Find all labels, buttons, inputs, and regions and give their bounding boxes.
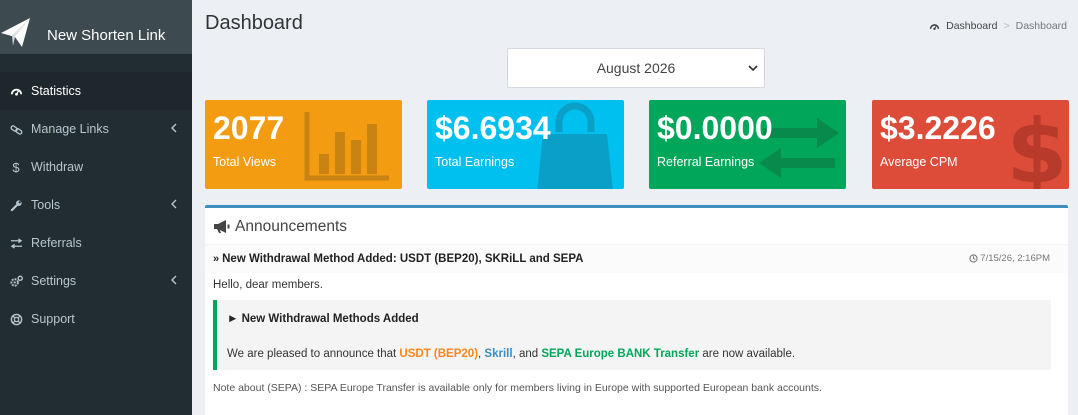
lifebuoy-icon <box>9 312 23 326</box>
month-select-value: August 2026 <box>596 60 676 76</box>
callout-sep-2: , and <box>512 348 542 360</box>
stat-total-views: 2077 Total Views <box>205 100 402 189</box>
callout-text: We are pleased to announce that USDT (BE… <box>227 348 795 360</box>
cogs-icon <box>9 274 23 288</box>
stat-label: Referral Earnings <box>657 155 755 169</box>
svg-text:$: $ <box>1012 104 1062 189</box>
sidebar-item-statistics[interactable]: Statistics <box>0 72 192 110</box>
stat-label: Total Views <box>213 155 276 169</box>
highlight-skrill: Skrill <box>484 348 513 360</box>
double-angle-right-icon: » <box>213 253 220 265</box>
chevron-left-icon <box>171 199 177 209</box>
breadcrumb: Dashboard > Dashboard <box>929 20 1067 32</box>
stat-value: $3.2226 <box>880 110 996 146</box>
dollar-icon: $ <box>1012 104 1062 189</box>
announcement-note: Note about (SEPA) : SEPA Europe Transfer… <box>213 382 822 394</box>
stat-label: Average CPM <box>880 155 958 169</box>
breadcrumb-home-link[interactable]: Dashboard <box>946 20 997 32</box>
dashboard-icon <box>929 23 940 30</box>
sidebar-item-label: Tools <box>31 198 61 212</box>
clock-icon <box>969 254 978 263</box>
sidebar: New Shorten Link Statistics Manage Links… <box>0 0 192 415</box>
chevron-left-icon <box>171 123 177 133</box>
exchange-icon <box>9 236 23 250</box>
announcement-greeting: Hello, dear members. <box>213 279 323 291</box>
breadcrumb-current: Dashboard <box>1015 20 1067 32</box>
dollar-icon: $ <box>12 159 20 175</box>
breadcrumb-separator: > <box>1003 20 1010 32</box>
stat-value: $0.0000 <box>657 110 773 146</box>
sidebar-item-referrals[interactable]: Referrals <box>0 224 192 262</box>
announcement-callout: ► New Withdrawal Methods Added We are pl… <box>213 300 1051 370</box>
sidebar-menu: Statistics Manage Links $ Withdraw Tools… <box>0 72 192 338</box>
stat-total-earnings: $6.6934 Total Earnings <box>427 100 624 189</box>
stat-referral-earnings: $0.0000 Referral Earnings <box>649 100 846 189</box>
page-title: Dashboard <box>205 12 303 34</box>
sidebar-item-settings[interactable]: Settings <box>0 262 192 300</box>
bar-chart-icon <box>304 112 389 181</box>
dashboard-icon <box>9 84 23 98</box>
brand-name: New Shorten Link <box>47 27 166 44</box>
sidebar-item-label: Referrals <box>31 236 82 250</box>
stat-value: 2077 <box>213 110 285 146</box>
announcement-title-text: New Withdrawal Method Added: USDT (BEP20… <box>222 253 584 265</box>
stat-label: Total Earnings <box>435 155 515 169</box>
sidebar-item-tools[interactable]: Tools <box>0 186 192 224</box>
callout-title: ► New Withdrawal Methods Added <box>227 313 419 325</box>
sidebar-item-manage-links[interactable]: Manage Links <box>0 110 192 148</box>
sidebar-item-withdraw[interactable]: $ Withdraw <box>0 148 192 186</box>
announcements-header: Announcements <box>205 208 1068 245</box>
sidebar-item-label: Statistics <box>31 84 82 98</box>
brand-bar[interactable]: New Shorten Link <box>0 0 192 54</box>
highlight-usdt: USDT (BEP20) <box>399 348 479 360</box>
stat-value: $6.6934 <box>435 110 551 146</box>
stat-average-cpm: $3.2226 Average CPM $ <box>872 100 1069 189</box>
announcement-title[interactable]: » New Withdrawal Method Added: USDT (BEP… <box>213 253 583 265</box>
paper-plane-icon <box>1 18 30 47</box>
bullhorn-icon <box>214 220 230 233</box>
announcement-time-text: 7/15/26, 2:16PM <box>980 253 1050 264</box>
sidebar-item-label: Settings <box>31 274 77 288</box>
chevron-down-icon <box>748 65 758 72</box>
sidebar-item-support[interactable]: Support <box>0 300 192 338</box>
sidebar-item-label: Support <box>31 312 75 326</box>
month-select[interactable]: August 2026 <box>507 48 765 88</box>
announcements-box: Announcements » New Withdrawal Method Ad… <box>205 205 1068 415</box>
sidebar-item-label: Manage Links <box>31 122 109 136</box>
highlight-sepa: SEPA Europe BANK Transfer <box>541 348 700 360</box>
sidebar-item-label: Withdraw <box>31 160 84 174</box>
announcement-time: 7/15/26, 2:16PM <box>969 253 1050 264</box>
chevron-left-icon <box>171 275 177 285</box>
callout-text-suffix: are now available. <box>699 348 796 360</box>
callout-text-prefix: We are pleased to announce that <box>227 348 400 360</box>
wrench-icon <box>9 198 23 212</box>
link-icon <box>9 122 23 136</box>
announcements-title: Announcements <box>235 218 348 235</box>
